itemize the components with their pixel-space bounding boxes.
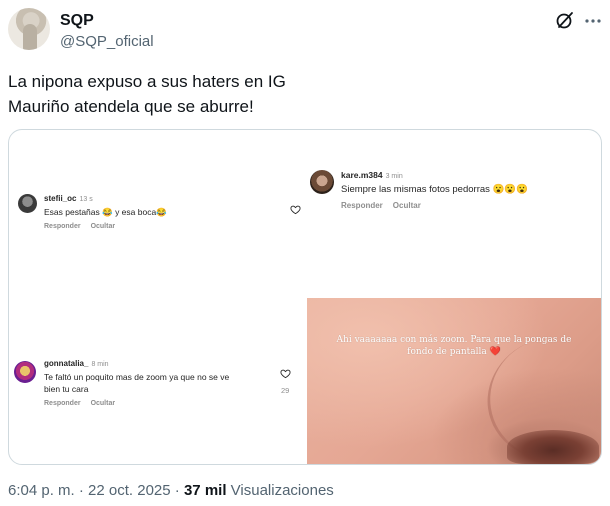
like-count: 29 xyxy=(281,386,290,395)
meta-separator: · xyxy=(74,482,89,499)
caption-line-1: Ahi vaaaaaaa con más zoom. Para que la p… xyxy=(336,335,572,345)
comment-avatar xyxy=(310,170,334,194)
comment-avatar xyxy=(18,194,37,213)
tweet-time[interactable]: 6:04 p. m. xyxy=(8,482,75,499)
tweet-date[interactable]: 22 oct. 2025 xyxy=(88,482,171,499)
media-image[interactable]: stefii_oc 13 s Esas pestañas 😂 y esa boca… xyxy=(8,129,602,465)
photo-caption: Ahi vaaaaaaa con más zoom. Para que la p… xyxy=(329,334,579,358)
nostril-shadow xyxy=(507,430,599,464)
view-count: 37 mil xyxy=(183,482,227,499)
comment-avatar xyxy=(14,361,36,383)
hide-button[interactable]: Ocultar xyxy=(91,223,116,230)
meta-separator: · xyxy=(170,482,184,499)
more-icon[interactable] xyxy=(584,12,602,30)
author-name[interactable]: SQP xyxy=(60,11,154,31)
comment-1: stefii_oc 13 s Esas pestañas 😂 y esa boca… xyxy=(44,194,167,230)
nose-photo: Ahi vaaaaaaa con más zoom. Para que la p… xyxy=(307,298,601,464)
reply-button[interactable]: Responder xyxy=(44,223,81,230)
comment-text-line-1: Te faltó un poquito mas de zoom ya que n… xyxy=(44,372,230,382)
tweet-meta: 6:04 p. m. · 22 oct. 2025 · 37 mil Visua… xyxy=(8,481,334,501)
heart-icon[interactable] xyxy=(290,204,301,215)
grok-icon[interactable] xyxy=(555,10,575,30)
hide-button[interactable]: Ocultar xyxy=(393,201,421,210)
hide-button[interactable]: Ocultar xyxy=(91,400,116,407)
comment-3: gonnatalia_ 8 min Te faltó un poquito mas… xyxy=(44,359,229,407)
tweet-line-1: La nipona expuso a sus haters en IG xyxy=(8,72,286,91)
tweet-line-2: Mauriño atendela que se aburre! xyxy=(8,97,254,116)
comment-time: 13 s xyxy=(79,196,93,203)
author-handle[interactable]: @SQP_oficial xyxy=(60,32,154,52)
comment-username: kare.m384 xyxy=(341,170,383,180)
heart-icon[interactable] xyxy=(280,368,291,379)
views-label: Visualizaciones xyxy=(226,482,334,499)
comment-username: gonnatalia_ xyxy=(44,359,89,368)
reply-button[interactable]: Responder xyxy=(44,400,81,407)
comment-text: Siempre las mismas fotos pedorras 😮😮😮 xyxy=(341,184,529,195)
avatar[interactable] xyxy=(8,8,50,50)
comment-2: kare.m384 3 min Siempre las mismas fotos … xyxy=(341,170,528,210)
author-block: SQP @SQP_oficial xyxy=(60,11,154,52)
caption-line-2: fondo de pantalla xyxy=(407,347,487,357)
heart-emoji: ❤️ xyxy=(489,347,501,357)
comment-text-line-2: bien tu cara xyxy=(44,384,89,394)
comment-text: Esas pestañas 😂 y esa boca😂 xyxy=(44,207,167,217)
comment-time: 8 min xyxy=(91,361,109,368)
comment-username: stefii_oc xyxy=(44,194,77,203)
reply-button[interactable]: Responder xyxy=(341,201,383,210)
tweet-text: La nipona expuso a sus haters en IG Maur… xyxy=(8,69,286,119)
comment-time: 3 min xyxy=(385,173,403,180)
